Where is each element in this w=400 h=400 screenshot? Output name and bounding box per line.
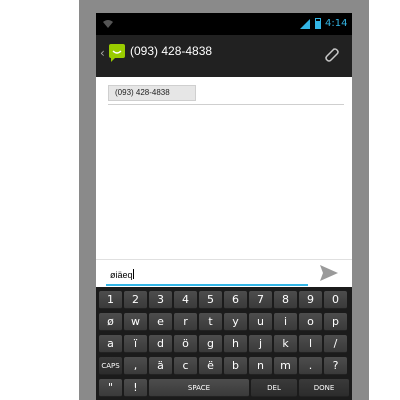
conversation-title: (093) 428-4838 (130, 44, 213, 58)
key-row4-0[interactable]: CAPS (99, 357, 122, 375)
status-bar: 4:14 (96, 13, 352, 35)
signal-icon (300, 19, 310, 29)
key-row5-3[interactable]: DEL (251, 379, 297, 397)
key-row5-4[interactable]: DONE (299, 379, 349, 397)
key-row4-2[interactable]: ä (149, 357, 172, 375)
compose-input[interactable]: øiäeq (110, 269, 134, 281)
key-row5-2[interactable]: SPACE (149, 379, 249, 397)
key-row4-4[interactable]: ë (199, 357, 222, 375)
key-row3-0[interactable]: a (99, 335, 122, 353)
key-row1-5[interactable]: 6 (224, 291, 247, 309)
key-row4-5[interactable]: b (224, 357, 247, 375)
soft-keyboard: 1 2 3 4 5 6 7 8 9 0 ø w e r t y u i o p a ï d ö g h j k l / CAPS, ä c ë b n… (96, 287, 352, 400)
key-row3-2[interactable]: d (149, 335, 172, 353)
key-row2-9[interactable]: p (324, 313, 347, 331)
key-row2-7[interactable]: i (274, 313, 297, 331)
key-row4-8[interactable]: . (299, 357, 322, 375)
message-app-icon[interactable] (109, 44, 125, 62)
phone-screen: 4:14 ‹ (093) 428-4838 (093) 428-4838 øiä… (96, 13, 352, 400)
compose-text: øiäeq (110, 270, 133, 280)
key-row2-5[interactable]: y (224, 313, 247, 331)
paperclip-icon[interactable] (322, 45, 340, 63)
wifi-icon (103, 20, 113, 28)
key-row2-6[interactable]: u (249, 313, 272, 331)
compose-bar: øiäeq (96, 259, 352, 288)
recipient-underline (108, 104, 344, 105)
key-row4-7[interactable]: m (274, 357, 297, 375)
key-row2-3[interactable]: r (174, 313, 197, 331)
key-row4-6[interactable]: n (249, 357, 272, 375)
key-row4-1[interactable]: , (124, 357, 147, 375)
key-row3-4[interactable]: g (199, 335, 222, 353)
key-row2-4[interactable]: t (199, 313, 222, 331)
key-row3-1[interactable]: ï (124, 335, 147, 353)
recipient-field[interactable]: (093) 428-4838 (108, 85, 344, 107)
key-row1-6[interactable]: 7 (249, 291, 272, 309)
key-row1-2[interactable]: 3 (149, 291, 172, 309)
key-row1-1[interactable]: 2 (124, 291, 147, 309)
key-row1-8[interactable]: 9 (299, 291, 322, 309)
key-row2-1[interactable]: w (124, 313, 147, 331)
key-row4-3[interactable]: c (174, 357, 197, 375)
recipient-chip[interactable]: (093) 428-4838 (108, 85, 196, 101)
key-row1-9[interactable]: 0 (324, 291, 347, 309)
key-row3-3[interactable]: ö (174, 335, 197, 353)
key-row1-7[interactable]: 8 (274, 291, 297, 309)
key-row1-4[interactable]: 5 (199, 291, 222, 309)
action-bar: ‹ (093) 428-4838 (96, 35, 352, 77)
key-row3-8[interactable]: l (299, 335, 322, 353)
key-row5-0[interactable]: " (99, 379, 122, 397)
key-row2-0[interactable]: ø (99, 313, 122, 331)
back-icon[interactable]: ‹ (100, 46, 105, 60)
status-time: 4:14 (325, 18, 348, 29)
key-row2-8[interactable]: o (299, 313, 322, 331)
key-row1-3[interactable]: 4 (174, 291, 197, 309)
key-row5-1[interactable]: ! (124, 379, 147, 397)
battery-icon (315, 18, 321, 29)
key-row1-0[interactable]: 1 (99, 291, 122, 309)
key-row4-9[interactable]: ? (324, 357, 347, 375)
key-row3-9[interactable]: / (324, 335, 347, 353)
key-row2-2[interactable]: e (149, 313, 172, 331)
key-row3-7[interactable]: k (274, 335, 297, 353)
text-cursor (132, 269, 134, 279)
compose-underline (106, 284, 308, 286)
send-icon[interactable] (319, 264, 339, 282)
key-row3-6[interactable]: j (249, 335, 272, 353)
key-row3-5[interactable]: h (224, 335, 247, 353)
